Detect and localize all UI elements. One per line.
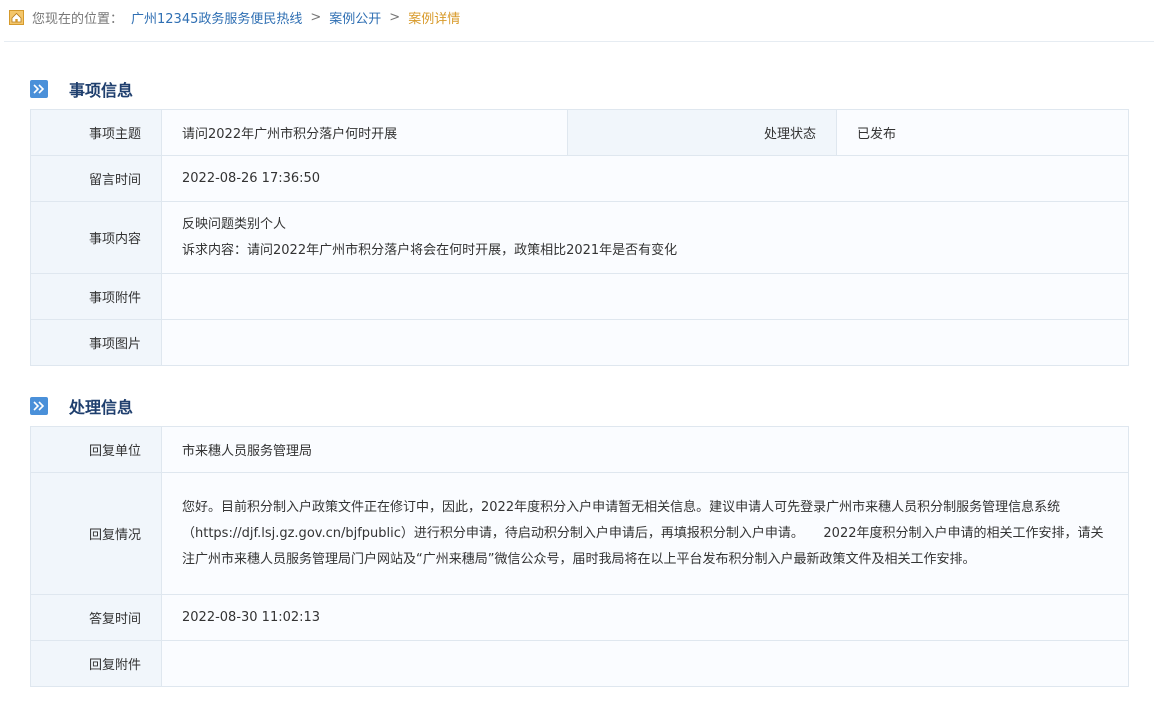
answer-time-label: 答复时间	[30, 594, 162, 641]
breadcrumb-current: 案例详情	[408, 11, 461, 27]
matter-section-header: 事项信息	[30, 78, 133, 100]
double-chevron-right-icon	[30, 80, 48, 98]
table-row: 留言时间 2022-08-26 17:36:50	[30, 155, 1129, 202]
breadcrumb-separator: >	[389, 9, 401, 25]
table-row: 回复单位 市来穗人员服务管理局	[30, 426, 1129, 473]
breadcrumb-case-public-link[interactable]: 案例公开	[329, 8, 381, 27]
reply-unit-label: 回复单位	[30, 426, 162, 473]
table-row: 事项主题 请问2022年广州市积分落户何时开展 处理状态 已发布	[30, 109, 1129, 156]
subject-value: 请问2022年广州市积分落户何时开展	[161, 109, 568, 156]
table-row: 回复情况 您好。目前积分制入户政策文件正在修订中，因此，2022年度积分入户申请…	[30, 472, 1129, 595]
double-chevron-right-icon	[30, 397, 48, 415]
section-title: 事项信息	[69, 81, 134, 100]
content-category: 反映问题类别个人	[182, 216, 287, 232]
attachment-label: 事项附件	[30, 273, 162, 320]
content-label: 事项内容	[30, 201, 162, 274]
table-row: 回复附件	[30, 640, 1129, 687]
content-value: 反映问题类别个人 诉求内容：请问2022年广州市积分落户将会在何时开展，政策相比…	[161, 201, 1129, 274]
answer-time-value: 2022-08-30 11:02:13	[161, 594, 1129, 641]
handling-info-table: 回复单位 市来穗人员服务管理局 回复情况 您好。目前积分制入户政策文件正在修订中…	[30, 426, 1129, 687]
section-title: 处理信息	[69, 398, 134, 417]
content-request: 诉求内容：请问2022年广州市积分落户将会在何时开展，政策相比2021年是否有变…	[182, 242, 678, 258]
time-value: 2022-08-26 17:36:50	[161, 155, 1129, 202]
breadcrumb: 您现在的位置： 广州12345政务服务便民热线 > 案例公开 > 案例详情	[0, 0, 1167, 34]
header-divider	[4, 41, 1154, 42]
table-row: 事项图片	[30, 319, 1129, 366]
handling-section-header: 处理信息	[30, 395, 133, 417]
home-icon[interactable]	[9, 9, 24, 25]
reply-attachment-label: 回复附件	[30, 640, 162, 687]
image-label: 事项图片	[30, 319, 162, 366]
subject-label: 事项主题	[30, 109, 162, 156]
status-badge: 已发布	[836, 109, 1129, 156]
reply-unit-value: 市来穗人员服务管理局	[161, 426, 1129, 473]
breadcrumb-home-link[interactable]: 广州12345政务服务便民热线	[131, 8, 302, 27]
reply-content: 您好。目前积分制入户政策文件正在修订中，因此，2022年度积分入户申请暂无相关信…	[161, 472, 1129, 595]
table-row: 答复时间 2022-08-30 11:02:13	[30, 594, 1129, 641]
breadcrumb-prefix: 您现在的位置：	[32, 11, 124, 27]
time-label: 留言时间	[30, 155, 162, 202]
reply-attachment-value	[161, 640, 1129, 687]
table-row: 事项附件	[30, 273, 1129, 320]
reply-status-label: 回复情况	[30, 472, 162, 595]
image-value	[161, 319, 1129, 366]
matter-info-table: 事项主题 请问2022年广州市积分落户何时开展 处理状态 已发布 留言时间 20…	[30, 109, 1129, 366]
breadcrumb-separator: >	[310, 9, 322, 25]
table-row: 事项内容 反映问题类别个人 诉求内容：请问2022年广州市积分落户将会在何时开展…	[30, 201, 1129, 274]
status-label: 处理状态	[567, 109, 837, 156]
attachment-value	[161, 273, 1129, 320]
